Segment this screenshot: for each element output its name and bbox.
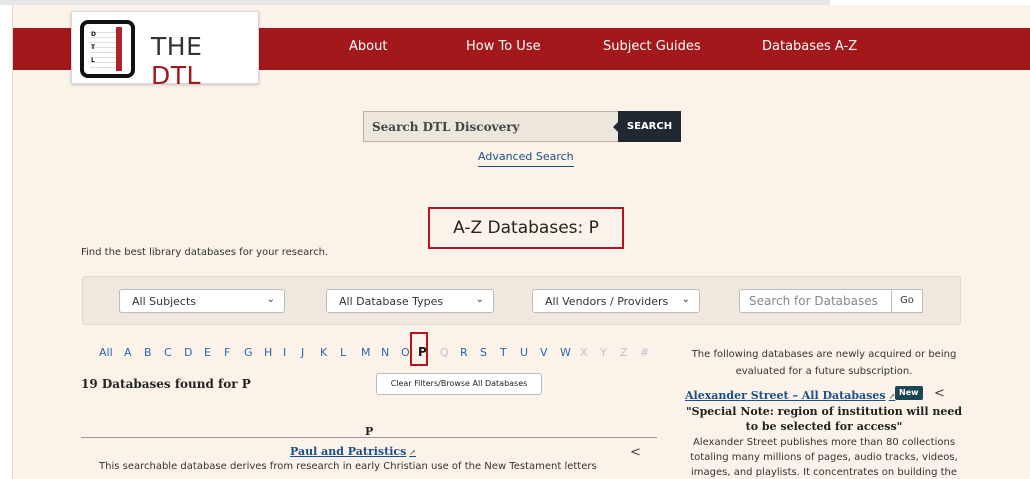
subjects-select-value: All Subjects (132, 295, 196, 308)
database-title-link[interactable]: Paul and Patristics ↗ (290, 445, 416, 458)
current-letter-highlight (410, 332, 428, 366)
az-letter-a[interactable]: A (124, 346, 132, 359)
database-title: Paul and Patristics (290, 445, 407, 458)
new-database-title: Alexander Street – All Databases (685, 389, 886, 402)
database-description: This searchable database derives from re… (99, 461, 597, 472)
new-database-description: Alexander Street publishes more than 80 … (690, 437, 958, 478)
az-letter-t[interactable]: T (500, 346, 507, 359)
nav-databases-a-z[interactable]: Databases A-Z (762, 39, 857, 54)
advanced-search-link[interactable]: Advanced Search (478, 150, 574, 167)
special-note: "Special Note: region of institution wil… (685, 405, 963, 433)
logo-letter: T (91, 44, 96, 51)
az-letter-o[interactable]: O (401, 346, 410, 359)
nav-subject-guides[interactable]: Subject Guides (603, 39, 701, 54)
az-letter-d[interactable]: D (184, 346, 192, 359)
az-letter-y: Y (600, 346, 607, 359)
logo-text: THE DTL (151, 32, 258, 90)
az-letter-i[interactable]: I (283, 346, 286, 359)
az-letter-c[interactable]: C (164, 346, 172, 359)
az-letter-z: Z (620, 346, 628, 359)
filter-bar: All Subjects ⌄ All Database Types ⌄ All … (82, 276, 961, 325)
az-letter-q: Q (440, 346, 449, 359)
results-count: 19 Databases found for P (81, 377, 251, 391)
types-select-value: All Database Types (339, 295, 444, 308)
discovery-search-button[interactable]: SEARCH (613, 111, 681, 142)
az-letter-j[interactable]: J (301, 346, 304, 359)
page-tagline: Find the best library databases for your… (81, 247, 329, 258)
az-letter-k[interactable]: K (320, 346, 327, 359)
az-letter-h[interactable]: H (264, 346, 272, 359)
az-letter-e[interactable]: E (204, 346, 211, 359)
az-letter-v[interactable]: V (540, 346, 548, 359)
page: About How To Use Subject Guides Database… (12, 5, 1030, 479)
chevron-down-icon: ⌄ (266, 294, 275, 305)
new-badge: New (895, 386, 923, 400)
site-logo[interactable]: D T L THE DTL (71, 11, 259, 90)
chevron-down-icon: ⌄ (475, 294, 484, 305)
az-letter-w[interactable]: W (560, 346, 571, 359)
vendors-select-value: All Vendors / Providers (545, 295, 669, 308)
go-button[interactable]: Go (891, 289, 923, 313)
new-databases-intro: The following databases are newly acquir… (691, 349, 957, 377)
az-letter-n[interactable]: N (381, 346, 389, 359)
az-letter-g[interactable]: G (244, 346, 253, 359)
group-divider (81, 437, 657, 438)
logo-letter: D (91, 31, 96, 38)
discovery-search: Search DTL Discovery SEARCH (363, 111, 681, 142)
az-letter-all[interactable]: All (99, 346, 113, 359)
share-icon[interactable]: < (630, 445, 641, 460)
nav-how-to-use[interactable]: How To Use (466, 39, 541, 54)
az-letter-x: X (580, 346, 588, 359)
logo-letter: L (91, 57, 95, 64)
external-link-icon: ↗ (409, 447, 416, 457)
vendors-select[interactable]: All Vendors / Providers ⌄ (532, 289, 700, 313)
clear-filters-button[interactable]: Clear Filters/Browse All Databases (376, 373, 542, 395)
az-letter-s[interactable]: S (480, 346, 487, 359)
nav-about[interactable]: About (349, 39, 387, 54)
share-icon[interactable]: < (934, 386, 945, 401)
logo-text-the: THE (151, 32, 203, 61)
az-letter-f[interactable]: F (224, 346, 230, 359)
az-letter-l[interactable]: L (340, 346, 346, 359)
logo-text-dtl: DTL (151, 61, 201, 90)
browser-viewport: About How To Use Subject Guides Database… (0, 0, 1030, 479)
logo-book-icon: D T L (80, 20, 135, 78)
database-types-select[interactable]: All Database Types ⌄ (326, 289, 494, 313)
page-title: A-Z Databases: P (428, 207, 624, 249)
discovery-search-input[interactable]: Search DTL Discovery (363, 111, 620, 142)
az-letter-b[interactable]: B (144, 346, 152, 359)
new-database-title-link[interactable]: Alexander Street – All Databases ↗ (685, 389, 895, 402)
database-search-input[interactable]: Search for Databases (739, 289, 892, 313)
az-letter-hash: # (640, 346, 650, 359)
az-letter-m[interactable]: M (361, 346, 371, 359)
subjects-select[interactable]: All Subjects ⌄ (119, 289, 285, 313)
chevron-down-icon: ⌄ (681, 294, 690, 305)
az-letter-u[interactable]: U (520, 346, 528, 359)
az-letter-r[interactable]: R (460, 346, 468, 359)
